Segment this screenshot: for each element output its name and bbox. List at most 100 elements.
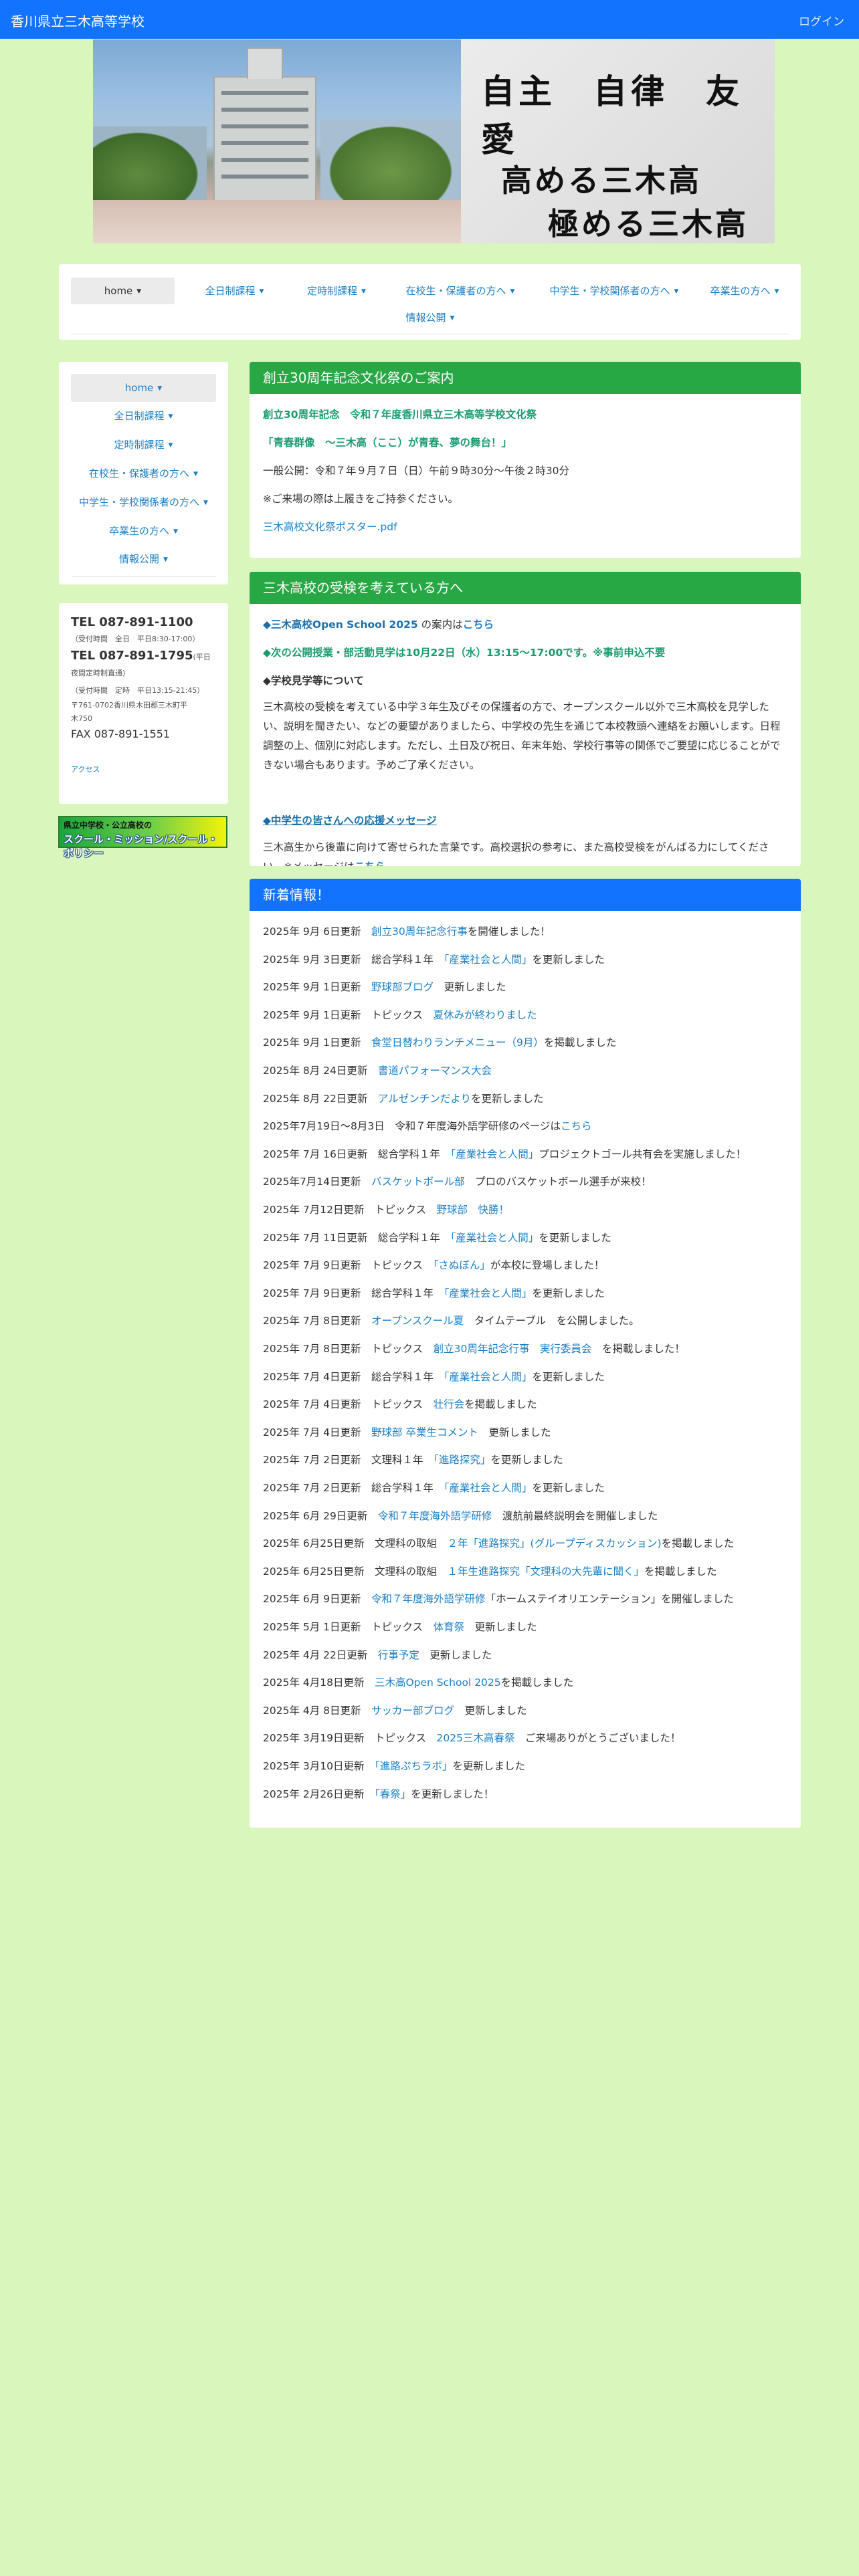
- news-link[interactable]: 令和７年度海外語学研修: [371, 1593, 486, 1605]
- news-item: 2025年 8月 24日更新 書道パフォーマンス大会: [263, 1063, 794, 1078]
- news-link[interactable]: 三木高Open School 2025: [375, 1677, 501, 1689]
- school-mission-banner[interactable]: 県立中学校・公立高校の スクール・ミッション/スクール・ポリシー: [58, 816, 227, 859]
- news-link[interactable]: 「産業社会と人間」: [444, 1482, 533, 1494]
- side-nav-disclosure[interactable]: 情報公開 ▼: [71, 545, 216, 573]
- cheer-message-link[interactable]: ◆中学生の皆さんへの応援メッセージ: [263, 813, 787, 828]
- nav-home[interactable]: home ▼: [71, 278, 175, 304]
- news-prefix: トピックス: [371, 1343, 423, 1355]
- school-building-photo: [93, 39, 461, 243]
- news-prefix: 総合学科１年: [371, 1370, 434, 1383]
- nav-disclosure[interactable]: 情報公開 ▼: [373, 304, 487, 331]
- news-suffix: 更新しました: [434, 981, 506, 994]
- news-item: 2025年 2月26日更新 「春祭」を更新しました！: [263, 1787, 794, 1802]
- caret-down-icon: ▼: [193, 470, 198, 477]
- news-date: 2025年 9月 1日更新: [263, 1008, 361, 1021]
- news-item: 2025年 7月 2日更新 総合学科１年 「産業社会と人間」を更新しました: [263, 1481, 794, 1495]
- side-nav-junior-high[interactable]: 中学生・学校関係者の方へ ▼: [71, 488, 216, 516]
- news-item: 2025年 7月 4日更新 野球部 卒業生コメント 更新しました: [263, 1425, 794, 1440]
- news-item: 2025年7月19日〜8月3日 令和７年度海外語学研修のページはこちら: [263, 1119, 794, 1134]
- news-prefix: 総合学科１年: [377, 1148, 440, 1160]
- news-link[interactable]: １年生進路探究「文理科の大先輩に聞く」: [448, 1566, 645, 1578]
- nav-teiji[interactable]: 定時制課程 ▼: [286, 278, 387, 304]
- news-date: 2025年 7月 8日更新: [263, 1343, 361, 1355]
- news-link[interactable]: オープンスクール夏: [371, 1315, 464, 1327]
- news-link[interactable]: バスケットボール部: [371, 1176, 465, 1188]
- side-nav-students-parents[interactable]: 在校生・保護者の方へ ▼: [71, 459, 216, 488]
- news-date: 2025年7月19日〜8月3日: [263, 1120, 385, 1133]
- login-link[interactable]: ログイン: [799, 12, 844, 29]
- nav-graduates[interactable]: 卒業生の方へ ▼: [694, 278, 795, 304]
- caret-down-icon: ▼: [450, 314, 455, 322]
- news-date: 2025年 7月 11日更新: [263, 1231, 368, 1244]
- side-nav-zennichi[interactable]: 全日制課程 ▼: [71, 402, 216, 430]
- news-date: 2025年 7月 4日更新: [263, 1370, 361, 1383]
- nav-students-parents[interactable]: 在校生・保護者の方へ ▼: [387, 278, 534, 304]
- caret-down-icon: ▼: [361, 288, 366, 295]
- news-link[interactable]: 体育祭: [434, 1621, 465, 1633]
- news-link[interactable]: 野球部ブログ: [371, 981, 434, 993]
- news-link[interactable]: 「進路ぷちラボ」: [375, 1760, 452, 1772]
- news-item: 2025年 9月 6日更新 創立30周年記念行事を開催しました！: [263, 924, 794, 939]
- news-link[interactable]: 夏休みが終わりました: [434, 1009, 537, 1021]
- exam-title: 三木高校の受検を考えている方へ: [250, 572, 801, 604]
- news-suffix: プロジェクトゴール共有会を実施しました！: [539, 1148, 747, 1160]
- news-link[interactable]: こちら: [561, 1120, 592, 1132]
- news-link[interactable]: 創立30周年記念行事: [371, 926, 468, 938]
- news-prefix: トピックス: [374, 1732, 427, 1745]
- news-suffix: を更新しました！: [411, 1788, 494, 1800]
- news-item: 2025年 3月19日更新 トピックス 2025三木高春祭 ご来場ありがとうござ…: [263, 1731, 794, 1745]
- news-suffix: を掲載しました: [464, 1398, 537, 1411]
- tel-main-hours: （受付時間 全日 平日8:30-17:00）: [71, 635, 200, 643]
- hero-image: 自主 自律 友愛 高める三木高 極める三木高: [93, 39, 775, 243]
- news-suffix: を更新しました: [532, 953, 605, 966]
- caret-down-icon: ▼: [136, 288, 142, 295]
- news-item: 2025年 7月 4日更新 トピックス 壮行会を掲載しました: [263, 1397, 794, 1412]
- news-suffix: タイムテーブル を公開しました。: [464, 1315, 640, 1327]
- news-link[interactable]: 食堂日替わりランチメニュー（9月）: [371, 1037, 544, 1049]
- news-link[interactable]: 「産業社会と人間」: [444, 954, 533, 966]
- access-link[interactable]: アクセス: [71, 764, 100, 776]
- news-link[interactable]: 野球部 卒業生コメント: [371, 1426, 478, 1438]
- nav-junior-high[interactable]: 中学生・学校関係者の方へ ▼: [531, 278, 698, 304]
- news-item: 2025年 6月 9日更新 令和７年度海外語学研修「ホームステイオリエンテーショ…: [263, 1592, 794, 1606]
- news-link[interactable]: 創立30周年記念行事 実行委員会: [434, 1343, 592, 1355]
- news-suffix: を更新しました: [452, 1760, 525, 1772]
- cheer-body-link[interactable]: こちら: [355, 861, 386, 866]
- news-item: 2025年 7月 11日更新 総合学科１年 「産業社会と人間」を更新しました: [263, 1230, 794, 1245]
- news-link[interactable]: 「産業社会と人間」: [444, 1371, 533, 1383]
- news-prefix: トピックス: [371, 1398, 423, 1411]
- side-nav-teiji[interactable]: 定時制課程 ▼: [71, 431, 216, 459]
- news-item: 2025年 6月 29日更新 令和７年度海外語学研修 渡航前最終説明会を開催しま…: [263, 1509, 794, 1523]
- news-link[interactable]: 「産業社会と人間」: [444, 1287, 533, 1299]
- news-link[interactable]: 「進路探究」: [434, 1454, 490, 1466]
- news-date: 2025年 7月 9日更新: [263, 1287, 361, 1299]
- nav-zennichi[interactable]: 全日制課程 ▼: [183, 278, 286, 304]
- news-link[interactable]: 2025三木高春祭: [437, 1732, 515, 1744]
- open-school-link[interactable]: こちら: [463, 619, 494, 631]
- news-link[interactable]: 「さぬぼん」: [434, 1259, 490, 1271]
- news-prefix: 総合学科１年: [371, 1287, 434, 1299]
- school-motto: 自主 自律 友愛: [481, 72, 743, 159]
- news-link[interactable]: 行事予定: [378, 1649, 419, 1661]
- festival-poster-link[interactable]: 三木高校文化祭ポスター.pdf: [263, 520, 787, 534]
- side-nav-graduates[interactable]: 卒業生の方へ ▼: [71, 517, 216, 545]
- exam-panel: 三木高校の受検を考えている方へ ◆三木高校Open School 2025 の案…: [250, 572, 801, 866]
- news-link[interactable]: 「春祭」: [375, 1788, 411, 1800]
- side-nav-home[interactable]: home ▼: [71, 374, 216, 402]
- news-suffix: 更新しました: [464, 1621, 537, 1633]
- news-link[interactable]: ２年「進路探究」(グループディスカッション): [448, 1537, 662, 1549]
- caret-down-icon: ▼: [173, 528, 178, 535]
- news-link[interactable]: 令和７年度海外語学研修: [378, 1510, 492, 1522]
- news-link[interactable]: 書道パフォーマンス大会: [378, 1065, 492, 1077]
- news-link[interactable]: 壮行会: [434, 1398, 465, 1410]
- news-link[interactable]: サッカー部ブログ: [371, 1705, 454, 1717]
- news-item: 2025年 7月 2日更新 文理科１年 「進路探究」を更新しました: [263, 1453, 794, 1467]
- news-item: 2025年 7月 16日更新 総合学科１年 「産業社会と人間」プロジェクトゴール…: [263, 1147, 794, 1162]
- news-link[interactable]: 「産業社会と人間」: [450, 1232, 539, 1244]
- caret-down-icon: ▼: [203, 499, 208, 506]
- news-link[interactable]: アルゼンチンだより: [378, 1093, 471, 1105]
- site-title[interactable]: 香川県立三木高等学校: [11, 11, 145, 30]
- news-link[interactable]: 「産業社会と人間」: [450, 1148, 539, 1160]
- news-link[interactable]: 野球部 快勝！: [437, 1204, 510, 1216]
- slogan-line1: 高める三木高: [501, 163, 702, 199]
